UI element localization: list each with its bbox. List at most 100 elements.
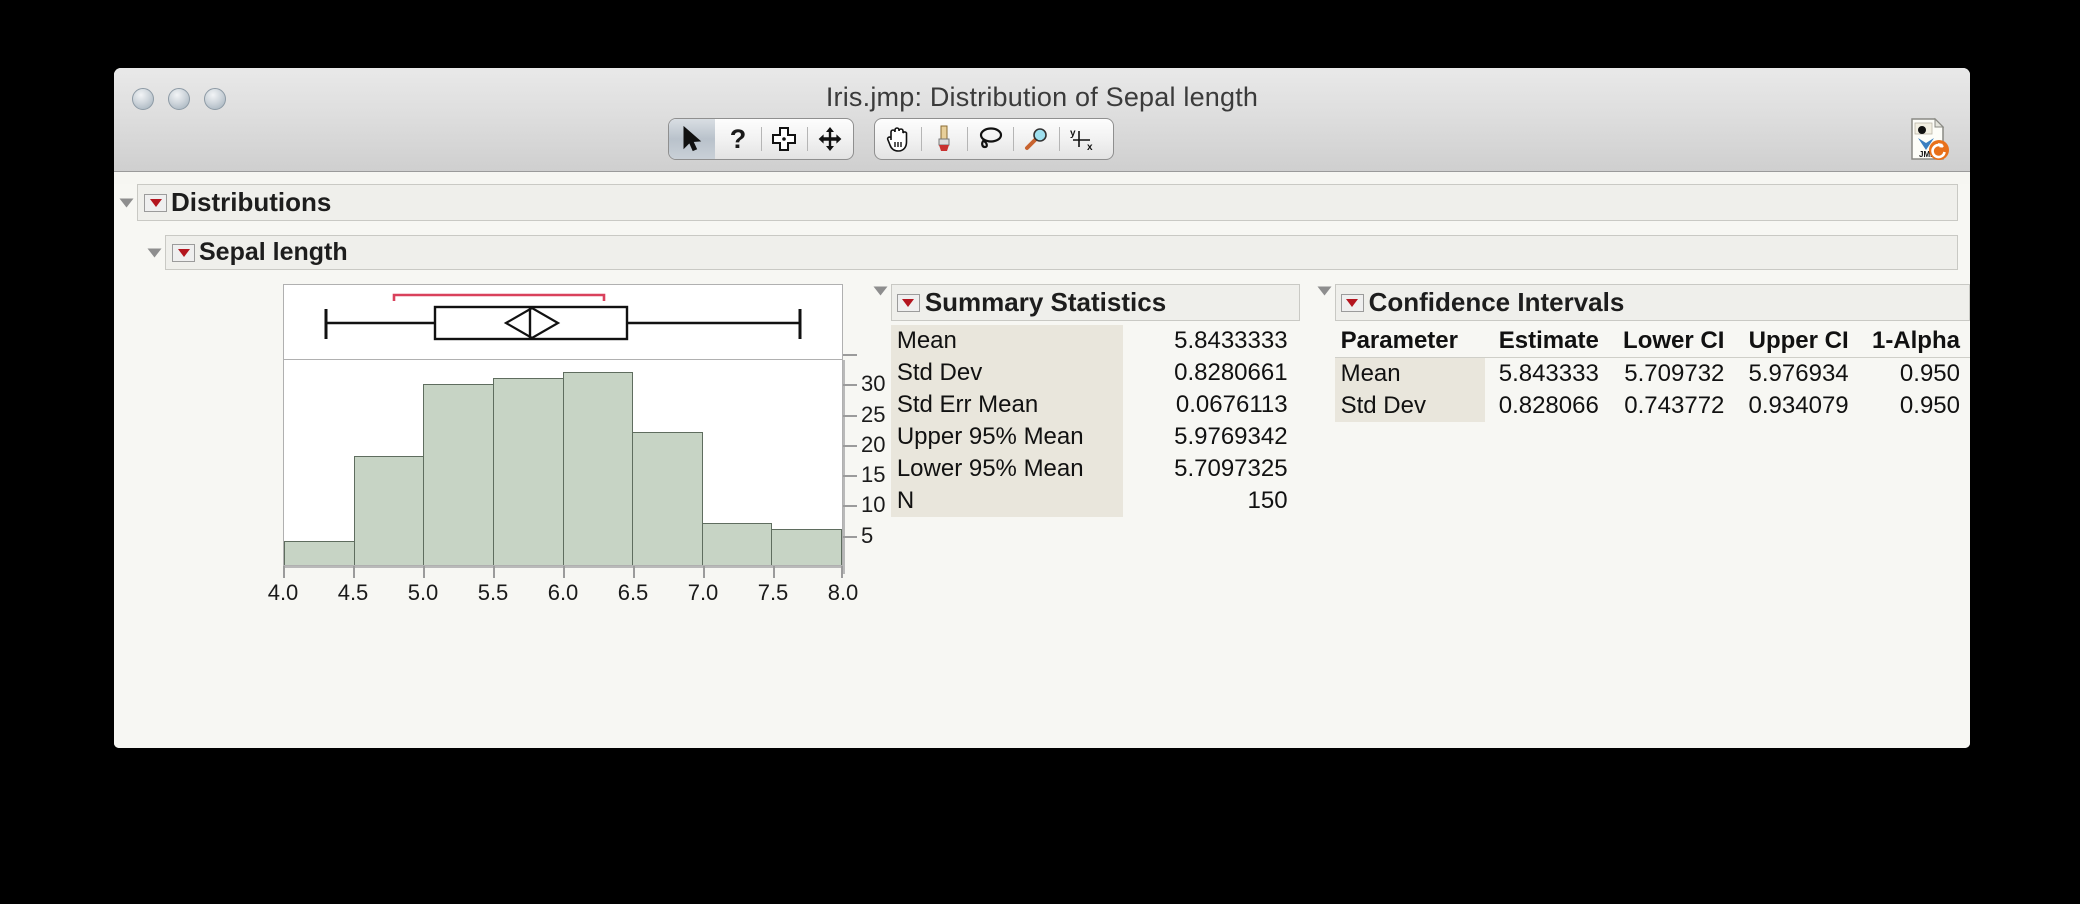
x-axis-tick-label: 7.0 — [687, 580, 719, 605]
column-header[interactable]: Estimate — [1484, 325, 1609, 358]
x-axis-tick-label: 5.0 — [407, 580, 439, 605]
table-row[interactable]: Std Dev 0.8280661 — [890, 357, 1300, 389]
jmp-window: Iris.jmp: Distribution of Sepal length ? — [114, 68, 1970, 748]
x-axis-tick — [841, 566, 843, 578]
disclosure-triangle-icon[interactable] — [1317, 286, 1332, 296]
table-row[interactable]: Upper 95% Mean 5.9769342 — [890, 421, 1300, 453]
histogram-bar[interactable] — [284, 540, 355, 565]
y-axis-line — [843, 360, 845, 574]
hand-grabber-icon[interactable] — [875, 119, 921, 159]
y-axis-tick — [843, 475, 857, 478]
ci-parameter-name: Mean — [1334, 357, 1485, 390]
histogram-bar[interactable] — [423, 384, 494, 565]
table-header-row: Parameter Estimate Lower CI Upper CI 1-Alpha — [1334, 325, 1970, 358]
confidence-intervals-body: Confidence Intervals Parameter Estimate Lo… — [1334, 284, 1970, 422]
y-axis-tick — [843, 353, 857, 356]
distributions-section-bar: Distributions — [137, 184, 1958, 221]
x-axis-tick — [283, 566, 285, 578]
distributions-title: Distributions — [171, 187, 332, 217]
summary-statistics-rows: Mean 5.8433333 Std Dev 0.8280661 Std Err Mea… — [890, 325, 1300, 517]
confidence-intervals-table: Parameter Estimate Lower CI Upper CI 1-Alpha… — [1334, 325, 1970, 422]
summary-statistics-title: Summary Statistics — [924, 287, 1167, 317]
x-axis-tick-label: 5.5 — [477, 580, 509, 605]
column-header[interactable]: Upper CI — [1734, 325, 1859, 358]
summary-statistics-panel: Summary Statistics Mean 5.8433333 Std Dev 0… — [873, 284, 1300, 517]
red-triangle-menu-icon[interactable] — [1340, 293, 1364, 312]
jmp-document-refresh-icon[interactable]: JMP — [1904, 116, 1950, 162]
svg-text:x: x — [1087, 142, 1093, 152]
x-axis-tick-label: 4.5 — [337, 580, 369, 605]
histogram-bar[interactable] — [492, 378, 564, 565]
boxplot[interactable] — [283, 284, 843, 360]
ci-cell: 5.709732 — [1624, 360, 1725, 387]
report-content: Distributions Sepal length 5 10 15 20 25… — [114, 184, 1970, 748]
y-axis-tick — [843, 384, 857, 387]
sepal-length-title: Sepal length — [199, 238, 348, 266]
y-axis-tick — [843, 414, 857, 417]
y-axis-tick — [843, 505, 857, 508]
lasso-icon[interactable] — [967, 119, 1013, 159]
arrow-pointer-icon[interactable] — [669, 119, 715, 159]
summary-stat-label: N — [890, 485, 1123, 517]
disclosure-triangle-icon[interactable] — [119, 198, 134, 207]
summary-stat-label: Std Dev — [890, 357, 1123, 389]
disclosure-triangle-icon[interactable] — [873, 286, 888, 296]
table-row[interactable]: N 150 — [890, 485, 1300, 517]
summary-stat-value: 150 — [1247, 487, 1288, 514]
ci-cell: 0.950 — [1899, 392, 1960, 419]
toolbar-group-tools: yx — [874, 118, 1114, 160]
red-triangle-menu-icon[interactable] — [172, 243, 195, 262]
histogram-bar[interactable] — [632, 432, 703, 565]
paintbrush-icon[interactable] — [921, 119, 967, 159]
summary-stat-label: Std Err Mean — [890, 389, 1123, 421]
column-header[interactable]: Lower CI — [1608, 325, 1735, 358]
histogram-bar[interactable] — [562, 372, 634, 565]
summary-stat-label: Mean — [890, 325, 1123, 357]
x-axis-tick — [703, 566, 705, 578]
x-axis-tick-label: 8.0 — [827, 580, 859, 605]
x-axis-tick — [773, 566, 775, 578]
red-triangle-menu-icon[interactable] — [896, 293, 920, 312]
outline-distributions[interactable]: Distributions — [119, 184, 1958, 221]
summary-stat-value: 5.7097325 — [1174, 455, 1288, 482]
ci-parameter-name: Std Dev — [1334, 390, 1485, 422]
table-row[interactable]: Lower 95% Mean 5.7097325 — [890, 453, 1300, 485]
column-header[interactable]: Parameter — [1334, 325, 1485, 358]
summary-stat-label: Upper 95% Mean — [890, 421, 1123, 453]
summary-statistics-body: Summary Statistics Mean 5.8433333 Std Dev 0… — [890, 284, 1300, 517]
x-axis-tick — [493, 566, 495, 578]
window-titlebar: Iris.jmp: Distribution of Sepal length ? — [114, 68, 1970, 172]
move-four-arrows-icon[interactable] — [807, 119, 853, 159]
crosshair-xy-icon[interactable]: yx — [1059, 119, 1105, 159]
summary-statistics-table: Mean 5.8433333 Std Dev 0.8280661 Std Err Mea… — [890, 325, 1300, 517]
window-title: Iris.jmp: Distribution of Sepal length — [825, 82, 1259, 112]
summary-stat-value: 5.8433333 — [1174, 327, 1288, 354]
summary-statistics-header: Summary Statistics — [890, 284, 1300, 321]
table-row[interactable]: Std Err Mean 0.0676113 — [890, 389, 1300, 421]
crosshair-plus-icon[interactable] — [761, 119, 807, 159]
confidence-intervals-head: Parameter Estimate Lower CI Upper CI 1-Alpha — [1334, 325, 1970, 358]
magnifier-icon[interactable] — [1013, 119, 1059, 159]
red-triangle-menu-icon[interactable] — [144, 193, 167, 212]
column-header[interactable]: 1-Alpha — [1858, 325, 1970, 358]
y-axis-tick — [843, 444, 857, 447]
ci-cell: 5.976934 — [1748, 360, 1849, 387]
y-axis-tick — [843, 535, 857, 538]
ci-cell: 0.950 — [1899, 360, 1960, 387]
histogram[interactable] — [283, 360, 843, 566]
question-mark-icon[interactable]: ? — [715, 119, 761, 159]
summary-stat-value: 0.8280661 — [1174, 359, 1288, 386]
x-axis-tick-label: 6.0 — [547, 580, 579, 605]
sepal-length-section-bar: Sepal length — [165, 235, 1958, 270]
x-axis-tick-label: 7.5 — [757, 580, 789, 605]
confidence-intervals-panel: Confidence Intervals Parameter Estimate Lo… — [1317, 284, 1970, 422]
table-row[interactable]: Mean 5.8433333 — [890, 325, 1300, 357]
disclosure-triangle-icon[interactable] — [147, 248, 162, 257]
histogram-bar[interactable] — [701, 522, 773, 565]
histogram-bar[interactable] — [771, 528, 842, 565]
table-row[interactable]: Mean 5.843333 5.709732 5.976934 0.950 — [1334, 357, 1970, 390]
ci-cell: 0.743772 — [1624, 392, 1725, 419]
histogram-bar[interactable] — [353, 456, 425, 565]
table-row[interactable]: Std Dev 0.828066 0.743772 0.934079 0.950 — [1334, 390, 1970, 422]
outline-sepal-length[interactable]: Sepal length — [147, 235, 1958, 270]
